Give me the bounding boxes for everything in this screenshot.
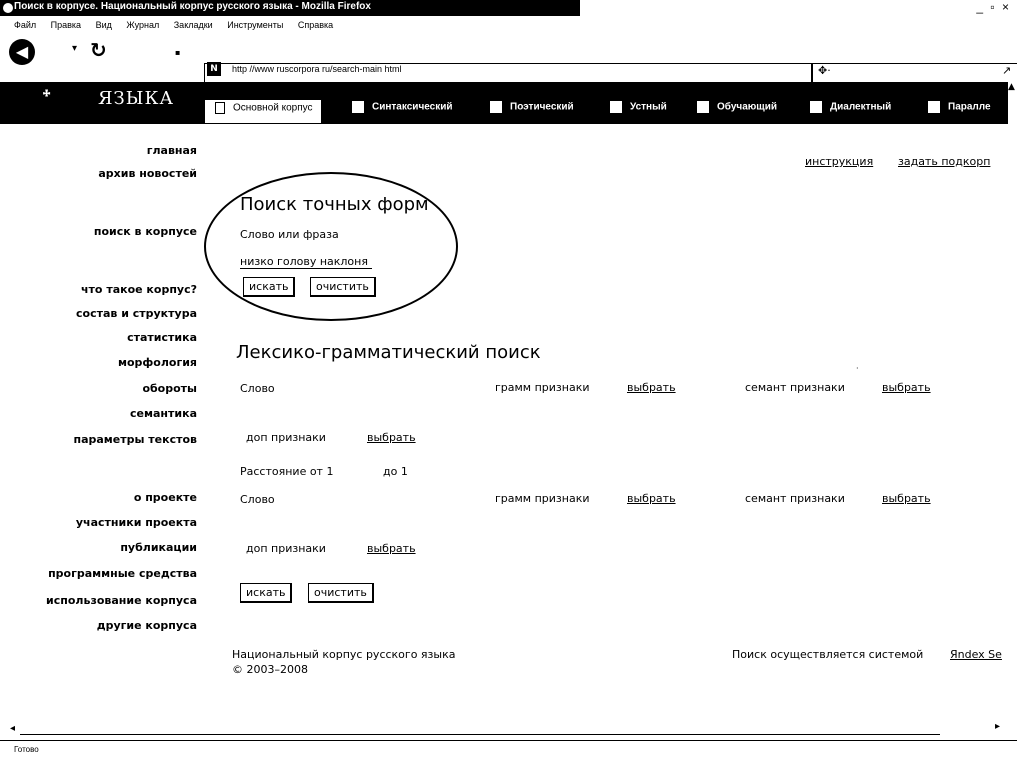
menu-edit[interactable]: Правка	[51, 20, 81, 30]
yandex-link[interactable]: Яndex Se	[950, 648, 1002, 661]
extra-2-label: доп признаки	[246, 542, 326, 555]
nav-text-params[interactable]: параметры текстов	[73, 433, 197, 446]
tab-icon	[928, 101, 940, 113]
menu-tools[interactable]: Инструменты	[227, 20, 283, 30]
nav-home[interactable]: главная	[147, 144, 197, 157]
sem-2-select-link[interactable]: выбрать	[882, 492, 931, 505]
nav-participants[interactable]: участники проекта	[76, 516, 197, 529]
gram-1-select-link[interactable]: выбрать	[627, 381, 676, 394]
distance-from[interactable]: Расстояние от 1	[240, 465, 333, 478]
toolbar-separator-icon: ▪	[175, 48, 181, 57]
menu-bar: Файл Правка Вид Журнал Закладки Инструме…	[14, 20, 345, 34]
site-favicon-icon: N	[207, 62, 221, 76]
extra-2-select-link[interactable]: выбрать	[367, 542, 416, 555]
word-1-label: Слово	[240, 382, 275, 395]
gram-2-label: грамм признаки	[495, 492, 590, 505]
tab-poetic[interactable]: Поэтический	[490, 101, 574, 121]
nav-semantics[interactable]: семантика	[130, 407, 197, 420]
title-bar: Поиск в корпусе. Национальный корпус рус…	[0, 0, 1017, 16]
subcorpus-link[interactable]: задать подкорп	[898, 155, 990, 168]
scroll-left-icon[interactable]: ◂	[10, 723, 15, 734]
back-button[interactable]: ◀	[9, 39, 35, 65]
nav-news-archive[interactable]: архив новостей	[98, 167, 197, 180]
tab-icon	[697, 101, 709, 113]
window-title: Поиск в корпусе. Национальный корпус рус…	[14, 1, 371, 12]
exact-search-title: Поиск точных форм	[240, 194, 429, 215]
menu-view[interactable]: Вид	[96, 20, 112, 30]
tab-main-corpus[interactable]: Основной корпус	[205, 100, 321, 123]
nav-phrases[interactable]: обороты	[142, 382, 197, 395]
tab-icon	[610, 101, 622, 113]
nav-statistics[interactable]: статистика	[127, 331, 197, 344]
stray-dot: ·	[856, 364, 859, 373]
lexgram-title: Лексико-грамматический поиск	[236, 342, 541, 363]
site-logo-icon: ᛭	[40, 82, 54, 107]
scroll-right-icon[interactable]: ▸	[995, 721, 1000, 732]
tab-icon	[352, 101, 364, 113]
menu-file[interactable]: Файл	[14, 20, 36, 30]
site-logo-text: ЯЗЫКА	[98, 88, 175, 109]
tab-syntactic[interactable]: Синтаксический	[352, 101, 453, 121]
footer-engine-text: Поиск осуществляется системой	[732, 648, 924, 661]
nav-publications[interactable]: публикации	[120, 541, 197, 554]
tab-icon	[810, 101, 822, 113]
sem-1-label: семант признаки	[745, 381, 845, 394]
tab-oral[interactable]: Устный	[610, 101, 667, 121]
reload-icon[interactable]: ↻	[90, 38, 107, 62]
sem-2-label: семант признаки	[745, 492, 845, 505]
search-engine-icon[interactable]: ✥·	[818, 64, 831, 77]
nav-morphology[interactable]: морфология	[118, 356, 197, 369]
nav-corpus-usage[interactable]: использование корпуса	[46, 594, 197, 607]
history-dropdown-icon[interactable]: ▾	[72, 43, 77, 54]
nav-other-corpora[interactable]: другие корпуса	[97, 619, 197, 632]
distance-to[interactable]: до 1	[383, 465, 408, 478]
tab-icon	[490, 101, 502, 113]
gram-2-select-link[interactable]: выбрать	[627, 492, 676, 505]
nav-what-is-corpus[interactable]: что такое корпус?	[81, 283, 197, 296]
menu-help[interactable]: Справка	[298, 20, 333, 30]
footer-years: © 2003–2008	[232, 663, 308, 676]
tab-icon	[215, 102, 225, 114]
tab-dialectal[interactable]: Диалектный	[810, 101, 891, 121]
nav-about[interactable]: о проекте	[134, 491, 197, 504]
nav-structure[interactable]: состав и структура	[76, 307, 197, 320]
lexgram-clear-button[interactable]: очистить	[308, 583, 374, 603]
gram-1-label: грамм признаки	[495, 381, 590, 394]
exact-clear-button[interactable]: очистить	[310, 277, 376, 297]
extra-1-label: доп признаки	[246, 431, 326, 444]
window-controls[interactable]: _ ▫ ×	[976, 0, 1011, 14]
phrase-label: Слово или фраза	[240, 228, 339, 241]
nav-corpus-search[interactable]: поиск в корпусе	[94, 225, 197, 238]
nav-software[interactable]: программные средства	[48, 567, 197, 580]
tab-parallel[interactable]: Паралле	[928, 101, 991, 121]
firefox-icon	[2, 2, 14, 14]
word-2-label: Слово	[240, 493, 275, 506]
phrase-input[interactable]: низко голову наклоня	[240, 255, 372, 269]
status-text: Готово	[14, 745, 39, 754]
search-box[interactable]	[812, 63, 1017, 83]
menu-bookmarks[interactable]: Закладки	[174, 20, 213, 30]
instruction-link[interactable]: инструкция	[805, 155, 873, 168]
search-go-icon[interactable]: ↗	[1002, 64, 1011, 77]
extra-1-select-link[interactable]: выбрать	[367, 431, 416, 444]
menu-history[interactable]: Журнал	[126, 20, 159, 30]
exact-search-button[interactable]: искать	[243, 277, 296, 297]
footer-name: Национальный корпус русского языка	[232, 648, 456, 661]
tab-educational[interactable]: Обучающий	[697, 101, 777, 121]
horizontal-scrollbar[interactable]	[20, 734, 940, 735]
lexgram-search-button[interactable]: искать	[240, 583, 293, 603]
status-bar-divider	[0, 740, 1017, 741]
header-scroll-up-icon[interactable]: ▲	[1008, 82, 1017, 124]
url-text[interactable]: http //www ruscorpora ru/search-main htm…	[232, 64, 402, 74]
sem-1-select-link[interactable]: выбрать	[882, 381, 931, 394]
